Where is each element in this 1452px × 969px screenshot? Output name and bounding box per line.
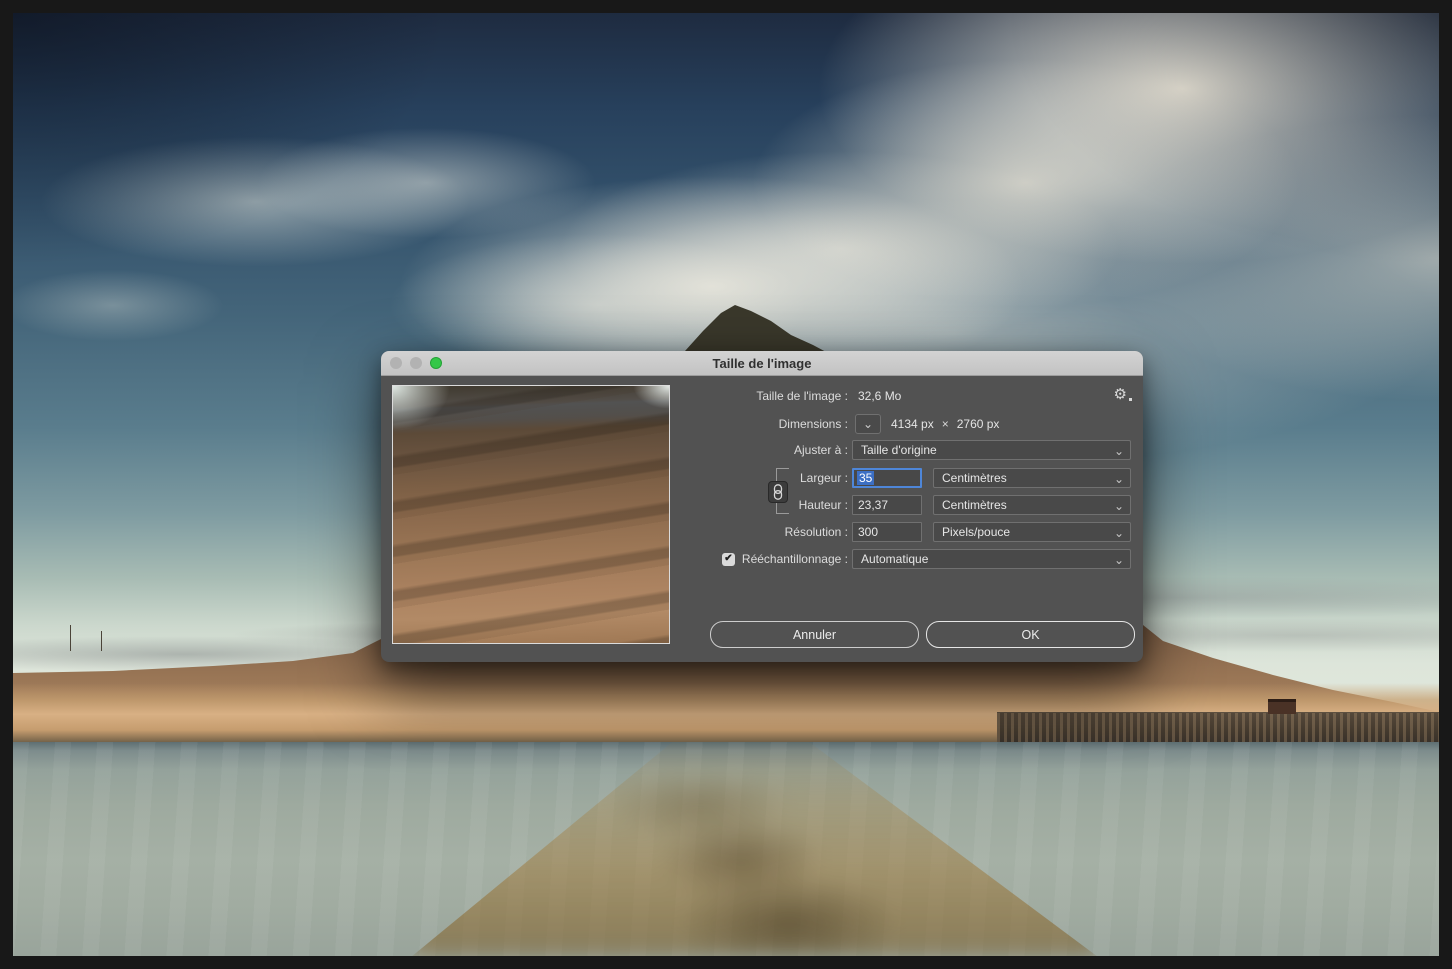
multiply-sign: × bbox=[942, 417, 949, 431]
dialog-title: Taille de l'image bbox=[713, 356, 812, 371]
constrain-proportions-control[interactable] bbox=[768, 468, 794, 514]
image-size-label: Taille de l'image : bbox=[681, 389, 848, 403]
dialog-titlebar[interactable]: Taille de l'image bbox=[381, 351, 1143, 376]
image-size-dialog: Taille de l'image Taille de l'image : 32… bbox=[381, 351, 1143, 662]
image-size-value: 32,6 Mo bbox=[852, 389, 901, 403]
traffic-lights bbox=[390, 351, 442, 375]
water bbox=[13, 742, 1439, 956]
resolution-unit-select[interactable]: Pixels/pouce ⌄ bbox=[933, 522, 1131, 542]
mountain-reflection bbox=[412, 742, 1096, 956]
row-resolution: Résolution : 300 Pixels/pouce ⌄ bbox=[681, 522, 1132, 542]
row-height: Hauteur : 23,37 Centimètres ⌄ bbox=[681, 495, 1132, 515]
resample-select[interactable]: Automatique ⌄ bbox=[852, 549, 1131, 569]
gear-menu-icon[interactable]: ⚙ bbox=[1114, 387, 1127, 402]
image-preview[interactable] bbox=[392, 385, 670, 644]
resolution-label: Résolution : bbox=[681, 525, 848, 539]
zoom-button[interactable] bbox=[430, 357, 442, 369]
height-unit-select[interactable]: Centimètres ⌄ bbox=[933, 495, 1131, 515]
power-pole bbox=[101, 631, 102, 651]
resolution-value: 300 bbox=[858, 525, 878, 539]
row-image-size: Taille de l'image : 32,6 Mo bbox=[681, 386, 1132, 406]
fit-to-select[interactable]: Taille d'origine ⌄ bbox=[852, 440, 1131, 460]
dimensions-width-value: 4134 px bbox=[891, 417, 934, 431]
resample-label-cell: ✔ Rééchantillonnage : bbox=[681, 552, 848, 566]
row-resample: ✔ Rééchantillonnage : Automatique ⌄ bbox=[681, 549, 1132, 569]
minimize-button[interactable] bbox=[410, 357, 422, 369]
photoshop-canvas: Taille de l'image Taille de l'image : 32… bbox=[0, 0, 1452, 969]
power-pole bbox=[70, 625, 71, 651]
cancel-button[interactable]: Annuler bbox=[710, 621, 919, 648]
chain-link-icon[interactable] bbox=[768, 481, 788, 503]
resample-label: Rééchantillonnage : bbox=[742, 552, 848, 566]
height-value: 23,37 bbox=[858, 498, 888, 512]
chevron-down-icon: ⌄ bbox=[1114, 442, 1124, 460]
row-width: Largeur : 35 Centimètres ⌄ bbox=[681, 468, 1132, 488]
resolution-input[interactable]: 300 bbox=[852, 522, 922, 542]
close-button[interactable] bbox=[390, 357, 402, 369]
dimensions-height-value: 2760 px bbox=[957, 417, 1000, 431]
width-unit-value: Centimètres bbox=[942, 471, 1007, 485]
ok-button[interactable]: OK bbox=[926, 621, 1135, 648]
chevron-down-icon: ⌄ bbox=[1114, 497, 1124, 515]
chevron-down-icon: ⌄ bbox=[1114, 551, 1124, 569]
chevron-down-icon: ⌄ bbox=[1114, 524, 1124, 542]
height-label: Hauteur : bbox=[681, 498, 848, 512]
small-house bbox=[1268, 699, 1296, 714]
chevron-down-icon: ⌄ bbox=[1114, 470, 1124, 488]
width-input[interactable]: 35 bbox=[852, 468, 922, 488]
fit-to-value: Taille d'origine bbox=[861, 443, 937, 457]
height-input[interactable]: 23,37 bbox=[852, 495, 922, 515]
resample-value: Automatique bbox=[861, 552, 928, 566]
width-value: 35 bbox=[857, 471, 874, 485]
dimensions-label: Dimensions : bbox=[681, 417, 848, 431]
height-unit-value: Centimètres bbox=[942, 498, 1007, 512]
fit-to-label: Ajuster à : bbox=[681, 443, 848, 457]
row-fit-to: Ajuster à : Taille d'origine ⌄ bbox=[681, 440, 1132, 460]
dimensions-unit-dropdown[interactable]: ⌄ bbox=[855, 414, 881, 434]
resample-checkbox[interactable]: ✔ bbox=[722, 553, 735, 566]
rocky-seawall bbox=[997, 712, 1439, 742]
resolution-unit-value: Pixels/pouce bbox=[942, 525, 1010, 539]
row-dimensions: Dimensions : ⌄ 4134 px × 2760 px bbox=[681, 414, 1132, 434]
width-label: Largeur : bbox=[681, 471, 848, 485]
width-unit-select[interactable]: Centimètres ⌄ bbox=[933, 468, 1131, 488]
